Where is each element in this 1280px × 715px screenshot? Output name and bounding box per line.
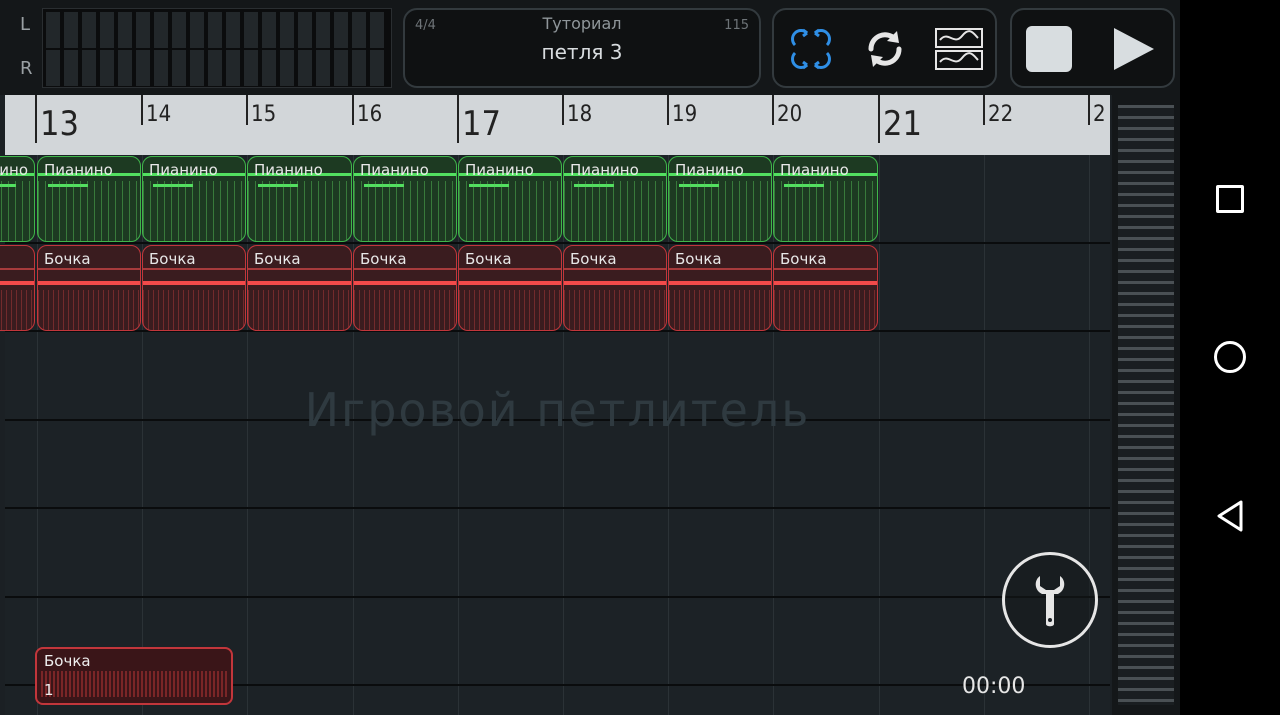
clip-label: Пианино [465, 161, 534, 179]
clip-label: Пианино [0, 161, 28, 179]
stop-icon [1026, 26, 1072, 72]
ruler-mark: 14 [141, 95, 171, 127]
piano-clip[interactable]: Пианино [0, 156, 35, 242]
wrench-icon [1035, 576, 1065, 627]
android-nav-bar [1180, 0, 1280, 715]
top-toolbar: L R 4/4 115 Туториал петля 3 [0, 0, 1180, 95]
piano-clip[interactable]: Пианино [247, 156, 352, 242]
ruler-mark: 15 [246, 95, 276, 127]
ruler-mark: 16 [352, 95, 382, 127]
loop-title: петля 3 [541, 40, 623, 64]
project-info-panel[interactable]: 4/4 115 Туториал петля 3 [403, 8, 761, 88]
ruler-mark: 21 [878, 95, 922, 144]
clip-label: Пианино [360, 161, 429, 179]
ruler-mark: 19 [667, 95, 697, 127]
home-circle-icon [1214, 341, 1246, 373]
sample-waveform [41, 671, 227, 697]
back-triangle-icon [1217, 500, 1243, 532]
ruler-mark: 13 [35, 95, 79, 144]
clip-label: Бочка [675, 250, 722, 268]
clip-label: Пианино [780, 161, 849, 179]
kick-clip[interactable]: Бочка [668, 245, 772, 331]
clip-label: Пианино [44, 161, 113, 179]
loop-grid-button[interactable] [786, 24, 836, 74]
piano-clip[interactable]: Пианино [668, 156, 772, 242]
left-level-bar [46, 12, 388, 48]
stop-button[interactable] [1024, 24, 1074, 74]
waveform-button[interactable] [934, 24, 984, 74]
level-meter [42, 8, 392, 88]
watermark-text: Игровой петлитель [304, 383, 811, 437]
track-grid[interactable]: Пианино Пианино Пианино Пианино Пианино … [0, 155, 1110, 715]
track-separator [5, 507, 1110, 509]
piano-clip[interactable]: Пианино [563, 156, 667, 242]
playback-time: 00:00 [962, 674, 1026, 699]
piano-clip[interactable]: Пианино [353, 156, 457, 242]
clip-label: Бочка [149, 250, 196, 268]
clip-label: Пианино [254, 161, 323, 179]
ruler-mark: 17 [457, 95, 501, 144]
sample-number: 1 [44, 681, 54, 699]
scroll-track[interactable] [1118, 105, 1174, 705]
clip-label: Бочка [254, 250, 301, 268]
clip-label: Пианино [570, 161, 639, 179]
ruler-mark: 2 [1088, 95, 1106, 127]
sample-name: Бочка [44, 652, 91, 670]
clip-label: Бочка [570, 250, 617, 268]
right-level-bar [46, 50, 388, 86]
clip-label: Бочка [44, 250, 91, 268]
right-channel-label: R [20, 58, 33, 79]
piano-clip[interactable]: Пианино [37, 156, 141, 242]
loop-sequencer-app: L R 4/4 115 Туториал петля 3 13 14 15 16… [0, 0, 1180, 715]
kick-clip[interactable] [0, 245, 35, 331]
piano-clip[interactable]: Пианино [773, 156, 878, 242]
ruler-mark: 22 [983, 95, 1013, 127]
kick-clip[interactable]: Бочка [353, 245, 457, 331]
sample-card[interactable]: Бочка 1 [35, 647, 233, 705]
vertical-scrollbar[interactable] [1112, 95, 1180, 715]
clip-label: Бочка [360, 250, 407, 268]
play-icon [1114, 28, 1154, 70]
track-separator [5, 596, 1110, 598]
clip-label: Бочка [780, 250, 827, 268]
waveform-icon [935, 28, 983, 70]
recents-button[interactable] [1205, 174, 1255, 224]
clip-label: Пианино [675, 161, 744, 179]
kick-clip[interactable]: Бочка [142, 245, 246, 331]
kick-clip[interactable]: Бочка [563, 245, 667, 331]
kick-clip[interactable]: Бочка [458, 245, 562, 331]
kick-clip[interactable]: Бочка [773, 245, 878, 331]
ruler-mark: 18 [562, 95, 592, 127]
left-channel-label: L [20, 14, 31, 35]
kick-clip[interactable]: Бочка [37, 245, 141, 331]
settings-wrench-button[interactable] [1002, 552, 1098, 648]
project-title: Туториал [542, 14, 622, 33]
track-separator [5, 242, 1110, 244]
piano-clip[interactable]: Пианино [142, 156, 246, 242]
back-button[interactable] [1205, 491, 1255, 541]
clip-label: Пианино [149, 161, 218, 179]
loop-grid-icon [791, 28, 831, 70]
kick-clip[interactable]: Бочка [247, 245, 352, 331]
piano-clip[interactable]: Пианино [458, 156, 562, 242]
transport-panel [1010, 8, 1175, 88]
recents-square-icon [1216, 185, 1244, 213]
repeat-button[interactable] [860, 24, 910, 74]
repeat-icon [868, 31, 902, 67]
home-button[interactable] [1205, 332, 1255, 382]
clip-label: Бочка [465, 250, 512, 268]
play-button[interactable] [1108, 24, 1158, 74]
timeline-ruler[interactable]: 13 14 15 16 17 18 19 20 21 22 2 [5, 95, 1110, 155]
tools-panel [772, 8, 997, 88]
ruler-mark: 20 [772, 95, 802, 127]
